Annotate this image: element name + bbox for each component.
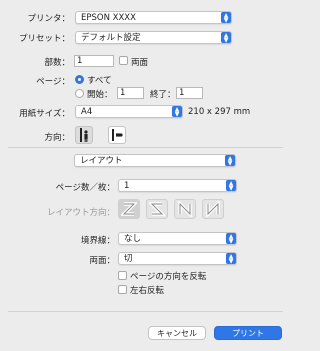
pages-to-field[interactable]: 1 [176,87,203,99]
reverse-orientation-label: ページの方向を反転 [130,272,207,282]
layout-direction-z-button[interactable] [118,199,140,219]
border-label: 境界線： [80,236,115,246]
layout-direction-reverse-z-button[interactable] [146,199,168,219]
duplex-checkbox[interactable] [119,56,128,65]
layout-n-icon [178,201,192,217]
chevron-updown-icon: ▲ ▼ [226,253,236,264]
section-value: レイアウト [80,156,123,166]
paper-size-popup[interactable]: A4 ▲ ▼ [75,105,183,118]
pages-per-sheet-label: ページ数／枚： [55,183,115,193]
border-popup[interactable]: なし ▲ ▼ [118,232,237,245]
preset-value: デフォルト設定 [81,33,141,43]
layout-reverse-n-icon [206,201,220,217]
preset-label: プリセット： [18,34,70,44]
separator [8,147,283,148]
chevron-updown-icon: ▲ ▼ [172,106,182,117]
chevron-updown-icon: ▲ ▼ [225,155,235,166]
duplex-value: 切 [124,254,133,264]
pages-from-field[interactable]: 1 [117,87,144,99]
duplex-popup[interactable]: 切 ▲ ▼ [118,252,237,265]
portrait-person-icon [80,128,88,142]
preset-popup[interactable]: デフォルト設定 ▲ ▼ [75,31,232,44]
chevron-updown-icon: ▲ ▼ [226,180,236,191]
printer-popup[interactable]: EPSON XXXX ▲ ▼ [75,11,232,24]
print-button[interactable]: プリント [214,326,282,340]
layout-z-icon [121,202,137,216]
pages-per-sheet-popup[interactable]: 1 ▲ ▼ [118,179,237,192]
flip-horizontal-label: 左右反転 [130,286,165,296]
layout-direction-label: レイアウト方向： [46,208,115,218]
separator [8,311,283,312]
paper-dimensions: 210 x 297 mm [188,107,251,117]
border-value: なし [124,234,142,244]
duplex-label: 両面： [89,256,115,266]
landscape-button[interactable] [108,126,126,144]
chevron-updown-icon: ▲ ▼ [226,233,236,244]
printer-value: EPSON XXXX [81,13,136,23]
layout-direction-n-button[interactable] [174,199,196,219]
landscape-person-icon [112,129,123,141]
orientation-label: 方向： [44,133,70,143]
section-popup[interactable]: レイアウト ▲ ▼ [74,154,236,167]
pages-all-label: すべて [87,76,112,86]
pages-per-sheet-value: 1 [124,181,130,191]
printer-label: プリンタ： [27,14,70,24]
pages-range-radio[interactable] [75,89,84,98]
duplex-checkbox-label: 両面 [131,58,149,68]
paper-size-label: 用紙サイズ： [19,109,70,119]
portrait-button[interactable] [75,126,93,144]
paper-size-value: A4 [81,107,93,117]
cancel-button[interactable]: キャンセル [148,326,206,340]
chevron-updown-icon: ▲ ▼ [221,32,231,43]
copies-field[interactable]: 1 [74,55,114,67]
pages-all-radio[interactable] [75,75,84,84]
pages-to-label: 終了： [150,90,176,100]
copies-label: 部数： [44,58,70,68]
flip-horizontal-checkbox[interactable] [118,285,127,294]
pages-label: ページ： [36,77,70,87]
chevron-updown-icon: ▲ ▼ [221,12,231,23]
pages-from-label: 開始： [87,90,113,100]
layout-reverse-z-icon [149,202,165,216]
reverse-orientation-checkbox[interactable] [118,271,127,280]
layout-direction-reverse-n-button[interactable] [202,199,224,219]
